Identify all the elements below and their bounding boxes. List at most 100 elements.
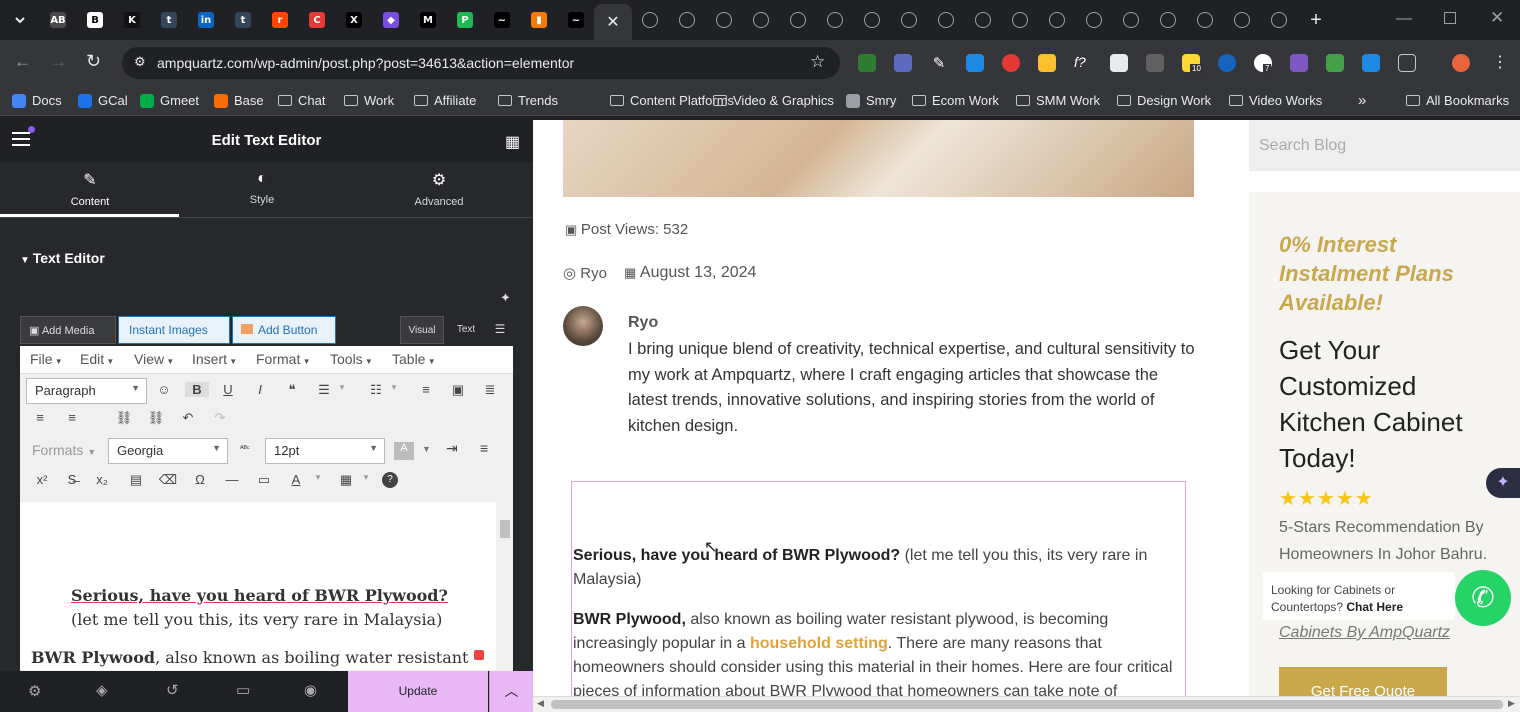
browser-tab[interactable] [747, 6, 775, 34]
unlink-icon[interactable]: ⛓ [144, 410, 168, 426]
horizontal-rule-icon[interactable]: — [220, 472, 244, 487]
reload-icon[interactable]: ↻ [86, 51, 101, 72]
bookmark-affiliate[interactable]: Affiliate [414, 93, 476, 108]
tab-advanced[interactable]: ⚙ Advanced [379, 170, 499, 208]
kebab-menu-icon[interactable]: ⋮ [1492, 52, 1508, 72]
browser-tab[interactable] [969, 6, 997, 34]
browser-tab[interactable] [932, 6, 960, 34]
text-color-icon[interactable]: A [284, 472, 308, 487]
menu-table[interactable]: Table ▼ [392, 351, 436, 367]
new-tab-button[interactable]: + [1302, 6, 1330, 34]
menu-format[interactable]: Format ▼ [256, 351, 310, 367]
tab-content[interactable]: ✎ Content [30, 170, 150, 208]
code-icon[interactable] [1146, 54, 1164, 72]
link-icon[interactable]: ⛓ [112, 410, 136, 426]
get-free-quote-button[interactable]: Get Free Quote [1279, 667, 1447, 696]
ai-sparkle-icon[interactable]: ✦ [500, 290, 511, 306]
ai-assistant-icon[interactable]: ✦ [1486, 468, 1520, 498]
fx-icon[interactable]: f? [1074, 54, 1092, 72]
page-break-icon[interactable]: ▭ [252, 472, 276, 488]
extension-icon[interactable] [1290, 54, 1308, 72]
browser-tab[interactable]: C [303, 6, 331, 34]
rtl-icon[interactable]: ≡ [480, 440, 488, 456]
browser-tab[interactable]: ◆ [377, 6, 405, 34]
close-window-icon[interactable]: ✕ [1490, 8, 1504, 28]
bold-icon[interactable]: B [185, 382, 209, 397]
italic-icon[interactable]: I [248, 382, 272, 397]
browser-tab[interactable] [1043, 6, 1071, 34]
extension-icon[interactable]: 7 [1254, 54, 1272, 73]
add-media-button[interactable]: ▣ Add Media [20, 316, 116, 344]
special-char-icon[interactable]: Ω [188, 472, 212, 487]
maximize-icon[interactable] [1444, 12, 1456, 24]
browser-tab[interactable] [1006, 6, 1034, 34]
browser-tab[interactable] [673, 6, 701, 34]
clear-format-icon[interactable]: ⌫ [156, 472, 180, 488]
avatar[interactable] [1452, 54, 1470, 72]
puzzle-icon[interactable] [1398, 54, 1416, 72]
tab-style[interactable]: ◐ Style [202, 170, 322, 206]
browser-tab[interactable] [821, 6, 849, 34]
address-bar[interactable]: ⚙ ampquartz.com/wp-admin/post.php?post=3… [122, 47, 840, 79]
extension-icon[interactable]: 10 [1182, 54, 1203, 73]
tab-active[interactable]: ✕ [594, 4, 632, 40]
browser-tab[interactable]: t [229, 6, 257, 34]
emoji-icon[interactable]: ☺ [152, 382, 176, 397]
update-button[interactable]: Update [348, 671, 488, 712]
align-left-icon[interactable]: ≡ [414, 382, 438, 397]
eyedropper-icon[interactable]: ✎ [930, 54, 948, 72]
browser-tab[interactable]: ~ [562, 6, 590, 34]
visual-tab[interactable]: Visual [400, 316, 444, 344]
browser-tab[interactable]: B [81, 6, 109, 34]
bookmark-docs[interactable]: Docs [12, 93, 62, 108]
font-size-select[interactable]: 12pt ▼ [265, 438, 385, 464]
bookmark-design-work[interactable]: Design Work [1117, 93, 1211, 108]
editor-scrollbar[interactable] [496, 502, 513, 670]
horizontal-scrollbar[interactable]: ◀ ▶ [533, 696, 1520, 712]
chevron-down-icon[interactable]: ▾ [330, 382, 354, 393]
extension-icon[interactable] [1326, 54, 1344, 72]
extension-icon[interactable] [858, 54, 876, 72]
browser-tab[interactable]: ▮ [525, 6, 553, 34]
strikethrough-icon[interactable]: S̶ [60, 472, 84, 487]
browser-tab[interactable]: AB [44, 6, 72, 34]
help-icon[interactable]: ? [382, 472, 398, 488]
forward-arrow-icon[interactable]: → [50, 52, 67, 72]
chevron-down-icon[interactable]: ▾ [382, 382, 406, 393]
browser-tab[interactable]: P [451, 6, 479, 34]
menu-insert[interactable]: Insert ▼ [192, 351, 237, 367]
bookmark-video-graphics[interactable]: Video & Graphics [713, 93, 834, 108]
scroll-right-icon[interactable]: ▶ [1508, 698, 1515, 709]
bookmark-smm-work[interactable]: SMM Work [1016, 93, 1100, 108]
browser-tab[interactable] [1228, 6, 1256, 34]
blockquote-icon[interactable]: ❝ [280, 382, 304, 398]
browser-tab[interactable]: r [266, 6, 294, 34]
subscript-icon[interactable]: x₂ [90, 472, 114, 487]
browser-tab[interactable] [858, 6, 886, 34]
extension-icon[interactable] [1362, 54, 1380, 72]
preview-eye-icon[interactable]: ◉ [304, 681, 317, 699]
extension-icon[interactable] [1002, 54, 1020, 72]
close-icon[interactable]: ✕ [606, 12, 619, 32]
menu-view[interactable]: View ▼ [134, 351, 174, 367]
bookmark-chat[interactable]: Chat [278, 93, 325, 108]
undo-icon[interactable]: ↶ [176, 410, 200, 426]
chevron-down-icon[interactable]: ▾ [306, 472, 330, 483]
ltr-icon[interactable]: ⇥ [446, 440, 458, 457]
browser-tab[interactable] [1117, 6, 1145, 34]
bookmark-video-works[interactable]: Video Works [1229, 93, 1322, 108]
bookmark-smry[interactable]: Smry [846, 93, 896, 108]
background-color-icon[interactable]: A [394, 442, 414, 460]
tab-search-button[interactable] [6, 6, 34, 34]
site-info-icon[interactable]: ⚙ [134, 54, 146, 70]
minimize-icon[interactable]: — [1396, 10, 1412, 28]
bookmark-gmeet[interactable]: Gmeet [140, 93, 199, 108]
menu-tools[interactable]: Tools ▼ [330, 351, 373, 367]
chevron-down-icon[interactable]: ▾ [354, 472, 378, 483]
household-link[interactable]: household setting [750, 635, 888, 652]
browser-tab[interactable]: M [414, 6, 442, 34]
bookmark-work[interactable]: Work [344, 93, 394, 108]
scroll-left-icon[interactable]: ◀ [537, 698, 544, 709]
bookmark-base[interactable]: Base [214, 93, 264, 108]
navigator-layers-icon[interactable]: ◈ [96, 681, 108, 699]
